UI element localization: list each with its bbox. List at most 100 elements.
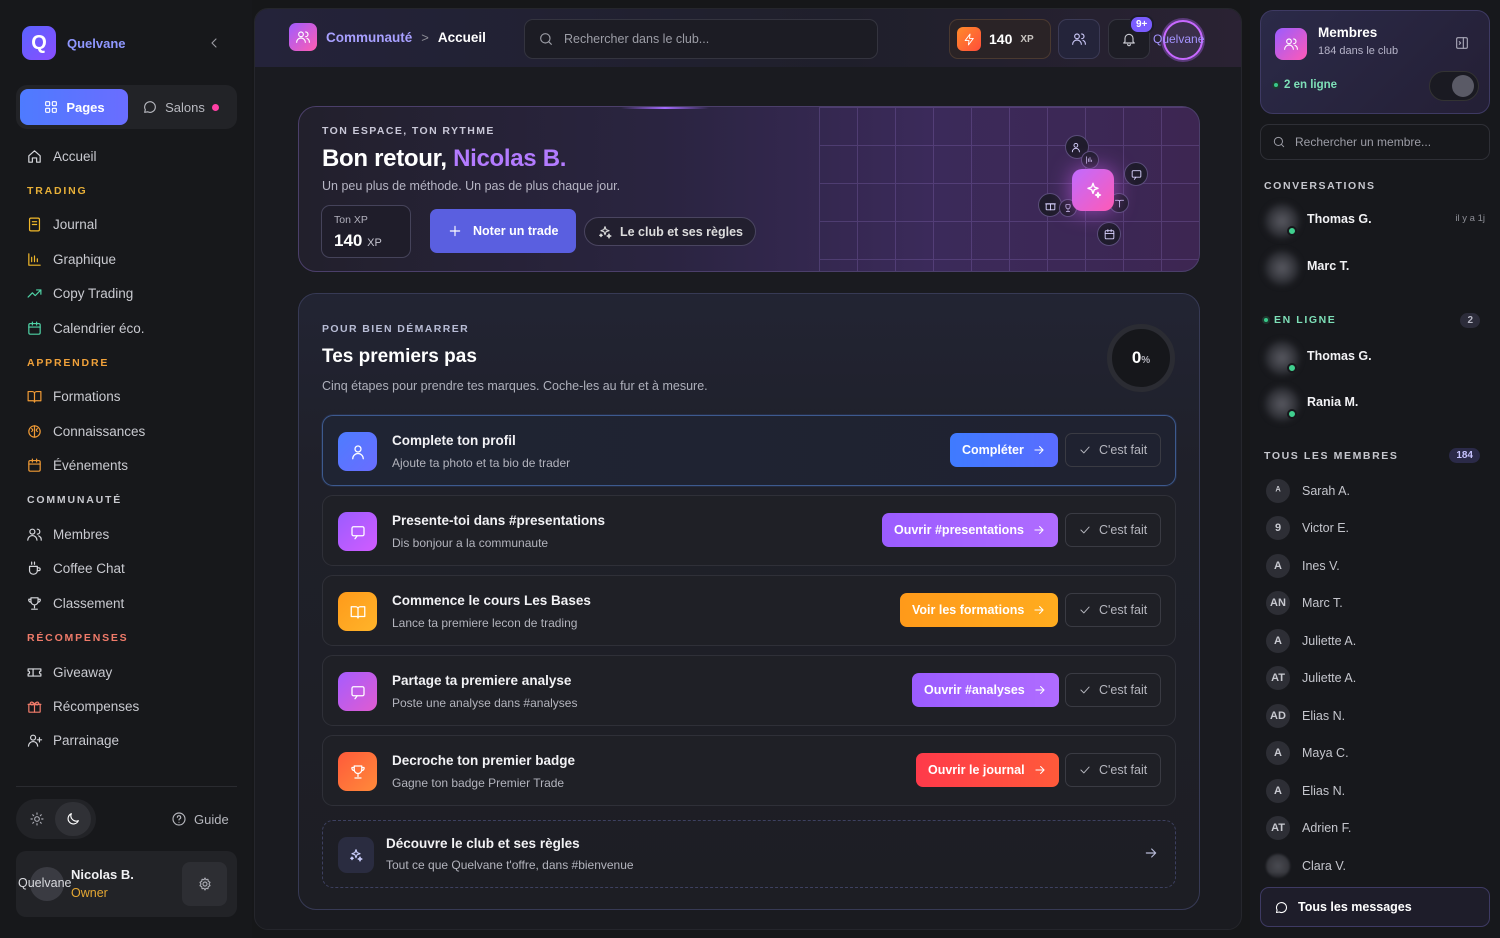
search-icon [1273, 136, 1285, 148]
chat-bubble-icon [1275, 901, 1288, 913]
member-search[interactable]: Rechercher un membre... [1260, 124, 1490, 160]
check-icon [1080, 766, 1090, 774]
step-desc: Dis bonjour a la communaute [392, 536, 549, 550]
mark-done-button[interactable]: C'est fait [1065, 673, 1161, 707]
hero-user-name: Nicolas B. [453, 145, 567, 172]
sidebar-item-calendrier[interactable]: Calendrier éco. [16, 311, 237, 345]
list-item[interactable]: 9 Victor E. [1266, 513, 1490, 543]
search-input[interactable]: Rechercher dans le club... [564, 32, 709, 46]
step-row: Partage ta premiere analyse Poste une an… [322, 655, 1176, 726]
sidebar-item-evenements[interactable]: Événements [16, 449, 237, 483]
all-members-heading: TOUS LES MEMBRES [1264, 450, 1399, 462]
brand-logo[interactable]: Q Quelvane [22, 26, 126, 60]
sidebar-item-coffee-chat[interactable]: Coffee Chat [16, 552, 237, 586]
step-action-button[interactable]: Ouvrir #presentations [882, 513, 1058, 547]
collapse-sidebar-icon[interactable] [206, 35, 222, 51]
online-member-item[interactable]: Thomas G. [1264, 340, 1490, 380]
member-search-input[interactable]: Rechercher un membre... [1295, 135, 1431, 149]
list-item[interactable]: AT Juliette A. [1266, 663, 1490, 693]
sidebar: Q Quelvane Pages Salons Accueil TRADING … [0, 0, 252, 938]
sidebar-item-label: Copy Trading [53, 286, 134, 302]
collapse-panel-icon[interactable] [1454, 35, 1470, 51]
discover-club-link[interactable]: Découvre le club et ses règles Tout ce q… [322, 820, 1176, 888]
unread-dot [211, 103, 219, 111]
trophy-icon [338, 752, 377, 791]
conversation-item[interactable]: Marc T. [1264, 250, 1490, 290]
sidebar-item-membres[interactable]: Membres [16, 517, 237, 551]
list-item[interactable]: AT Adrien F. [1266, 813, 1490, 843]
step-desc: Lance ta premiere lecon de trading [392, 616, 578, 630]
step-action-button[interactable]: Voir les formations [900, 593, 1059, 627]
sidebar-item-giveaway[interactable]: Giveaway [16, 655, 237, 689]
tab-salons[interactable]: Salons [128, 89, 233, 125]
onboarding-steps-card: POUR BIEN DÉMARRER Tes premiers pas Cinq… [298, 293, 1200, 910]
chat-bubble-icon [1124, 162, 1148, 186]
list-item[interactable]: AD Elias N. [1266, 701, 1490, 731]
breadcrumb-parent[interactable]: Communauté [326, 30, 412, 45]
list-item[interactable]: A Ines V. [1266, 551, 1490, 581]
list-item[interactable]: AN Marc T. [1266, 588, 1490, 618]
step-action-button[interactable]: Ouvrir le journal [916, 753, 1059, 787]
tab-pages[interactable]: Pages [20, 89, 128, 125]
list-item[interactable]: A Elias N. [1266, 776, 1490, 806]
guide-link[interactable]: Guide [171, 811, 229, 827]
xp-counter[interactable]: 140 XP [949, 19, 1051, 59]
light-theme-button[interactable] [19, 802, 55, 836]
sidebar-item-parrainage[interactable]: Parrainage [16, 724, 237, 758]
avatar: AD [1266, 704, 1290, 728]
step-row: Complete ton profil Ajoute ta photo et t… [322, 415, 1176, 486]
hero-greeting: Bon retour, [322, 145, 454, 172]
xp-unit: XP [1020, 33, 1034, 45]
list-item[interactable]: A Maya C. [1266, 738, 1490, 768]
mark-done-button[interactable]: C'est fait [1065, 433, 1161, 467]
sidebar-item-connaissances[interactable]: Connaissances [16, 414, 237, 448]
progress-ring: 0% [1107, 324, 1175, 392]
log-trade-button[interactable]: Noter un trade [430, 209, 576, 253]
discover-desc: Tout ce que Quelvane t'offre, dans #bien… [386, 858, 634, 872]
member-name: Juliette A. [1302, 671, 1357, 685]
avatar[interactable]: Quelvane [18, 867, 72, 901]
sidebar-item-copy-trading[interactable]: Copy Trading [16, 277, 237, 311]
member-name: Victor E. [1302, 521, 1350, 535]
conversation-item[interactable]: Thomas G. il y a 1j [1264, 203, 1490, 243]
sidebar-item-classement[interactable]: Classement [16, 586, 237, 620]
sidebar-item-accueil[interactable]: Accueil [16, 139, 237, 173]
avatar[interactable]: Quelvane [1153, 20, 1204, 60]
online-label: 2 en ligne [1284, 79, 1338, 91]
mark-done-label: C'est fait [1099, 683, 1148, 697]
sidebar-item-recompenses[interactable]: Récompenses [16, 689, 237, 723]
list-item[interactable]: ᴬ Sarah A. [1266, 476, 1490, 506]
brand-name: Quelvane [67, 35, 126, 51]
settings-button[interactable] [182, 862, 227, 906]
sidebar-item-graphique[interactable]: Graphique [16, 242, 237, 276]
mark-done-button[interactable]: C'est fait [1065, 753, 1161, 787]
breadcrumb-current: Accueil [437, 29, 486, 45]
all-messages-button[interactable]: Tous les messages [1260, 887, 1490, 927]
dark-theme-button[interactable] [55, 802, 91, 836]
hero-title: Bon retour, Nicolas B. [322, 145, 566, 173]
hero-xp-card: Ton XP 140 XP [321, 205, 411, 258]
steps-subtitle: Cinq étapes pour prendre tes marques. Co… [322, 379, 708, 393]
list-item[interactable]: A Juliette A. [1266, 626, 1490, 656]
sidebar-item-label: Parrainage [53, 733, 120, 749]
presence-toggle[interactable] [1429, 71, 1479, 101]
step-action-button[interactable]: Compléter [950, 433, 1058, 467]
online-member-item[interactable]: Rania M. [1264, 386, 1490, 426]
online-dot [1287, 363, 1297, 373]
sidebar-item-label: Récompenses [53, 698, 140, 714]
sidebar-item-journal[interactable]: Journal [16, 208, 237, 242]
hero-xp-label: Ton XP [334, 214, 368, 226]
member-name: Elias N. [1302, 784, 1346, 798]
breadcrumb-separator: > [421, 29, 429, 45]
club-search[interactable]: Rechercher dans le club... [524, 19, 878, 59]
club-rules-label: Le club et ses règles [620, 224, 743, 239]
members-button[interactable] [1058, 19, 1100, 59]
arrow-right-icon [1034, 526, 1044, 534]
club-rules-button[interactable]: Le club et ses règles [584, 217, 756, 246]
sidebar-item-formations[interactable]: Formations [16, 380, 237, 414]
theme-switch [16, 799, 96, 839]
step-action-button[interactable]: Ouvrir #analyses [912, 673, 1059, 707]
mark-done-button[interactable]: C'est fait [1065, 513, 1161, 547]
home-icon [28, 149, 41, 163]
mark-done-button[interactable]: C'est fait [1065, 593, 1161, 627]
